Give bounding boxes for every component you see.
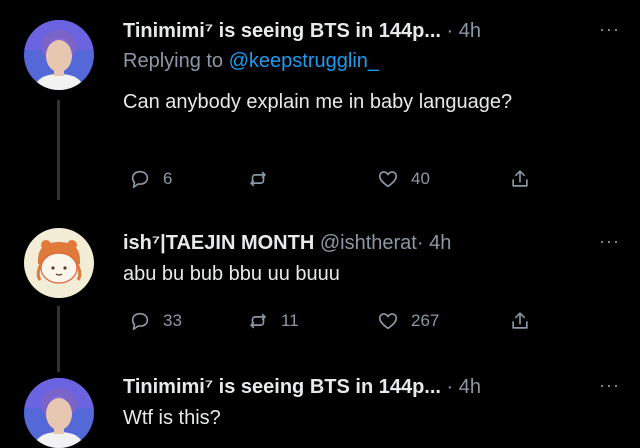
reply-icon: [131, 170, 149, 189]
avatar-image: [24, 20, 94, 90]
retweet-button[interactable]: [247, 166, 281, 192]
reply-count: 33: [163, 311, 182, 330]
replying-to-label: Replying to: [123, 50, 229, 72]
display-name[interactable]: Tinimimi⁷ is seeing BTS in 144p...: [123, 376, 441, 398]
tweet-header: ish⁷|TAEJIN MONTH @ishtherat· 4h ···: [123, 230, 620, 256]
like-button[interactable]: 40: [377, 166, 430, 192]
heart-icon: [378, 171, 398, 188]
replying-to: Replying to @keepstrugglin_: [123, 48, 379, 74]
tweet[interactable]: Tinimimi⁷ is seeing BTS in 144p... · 4h …: [0, 0, 640, 200]
avatar[interactable]: [24, 228, 94, 298]
separator: ·: [446, 376, 454, 398]
tweet[interactable]: Tinimimi⁷ is seeing BTS in 144p... · 4h …: [0, 360, 640, 448]
reply-button[interactable]: 33: [129, 308, 182, 334]
like-button[interactable]: 267: [377, 308, 439, 334]
retweet-button[interactable]: 11: [247, 308, 299, 334]
avatar-image: [24, 378, 94, 448]
tweet-text: Wtf is this?: [123, 407, 221, 429]
reply-button[interactable]: 6: [129, 166, 172, 192]
tweet[interactable]: ish⁷|TAEJIN MONTH @ishtherat· 4h ··· abu…: [0, 200, 640, 360]
like-count: 267: [411, 311, 440, 330]
separator: ·: [416, 232, 424, 254]
mention-link[interactable]: @keepstrugglin_: [229, 50, 379, 72]
share-button[interactable]: [509, 166, 531, 192]
handle[interactable]: @ishtherat: [320, 232, 417, 254]
timestamp[interactable]: 4h: [459, 376, 481, 398]
retweet-icon: [250, 171, 266, 187]
reply-icon: [131, 312, 149, 331]
tweet-actions: 6 40: [123, 166, 543, 192]
heart-icon: [378, 313, 398, 330]
avatar-image: [24, 228, 94, 298]
more-icon[interactable]: ···: [599, 228, 620, 254]
display-name[interactable]: ish⁷|TAEJIN MONTH: [123, 232, 314, 254]
more-icon[interactable]: ···: [599, 16, 620, 42]
tweet-actions: 33 11 267: [123, 308, 543, 334]
share-button[interactable]: [509, 308, 531, 334]
separator: ·: [446, 20, 454, 42]
display-name[interactable]: Tinimimi⁷ is seeing BTS in 144p...: [123, 20, 441, 42]
avatar[interactable]: [24, 378, 94, 448]
share-icon: [512, 312, 528, 329]
avatar[interactable]: [24, 20, 94, 90]
tweet-text: Can anybody explain me in baby language?: [123, 91, 513, 113]
retweet-icon: [250, 313, 266, 329]
like-count: 40: [411, 169, 430, 188]
tweet-header: Tinimimi⁷ is seeing BTS in 144p... · 4h …: [123, 18, 620, 44]
timestamp[interactable]: 4h: [459, 20, 481, 42]
timestamp[interactable]: 4h: [429, 232, 451, 254]
share-icon: [512, 170, 528, 187]
reply-count: 6: [163, 169, 173, 188]
tweet-text: abu bu bub bbu uu buuu: [123, 263, 340, 285]
more-icon[interactable]: ···: [599, 372, 620, 398]
retweet-count: 11: [281, 311, 299, 330]
tweet-header: Tinimimi⁷ is seeing BTS in 144p... · 4h …: [123, 374, 620, 400]
